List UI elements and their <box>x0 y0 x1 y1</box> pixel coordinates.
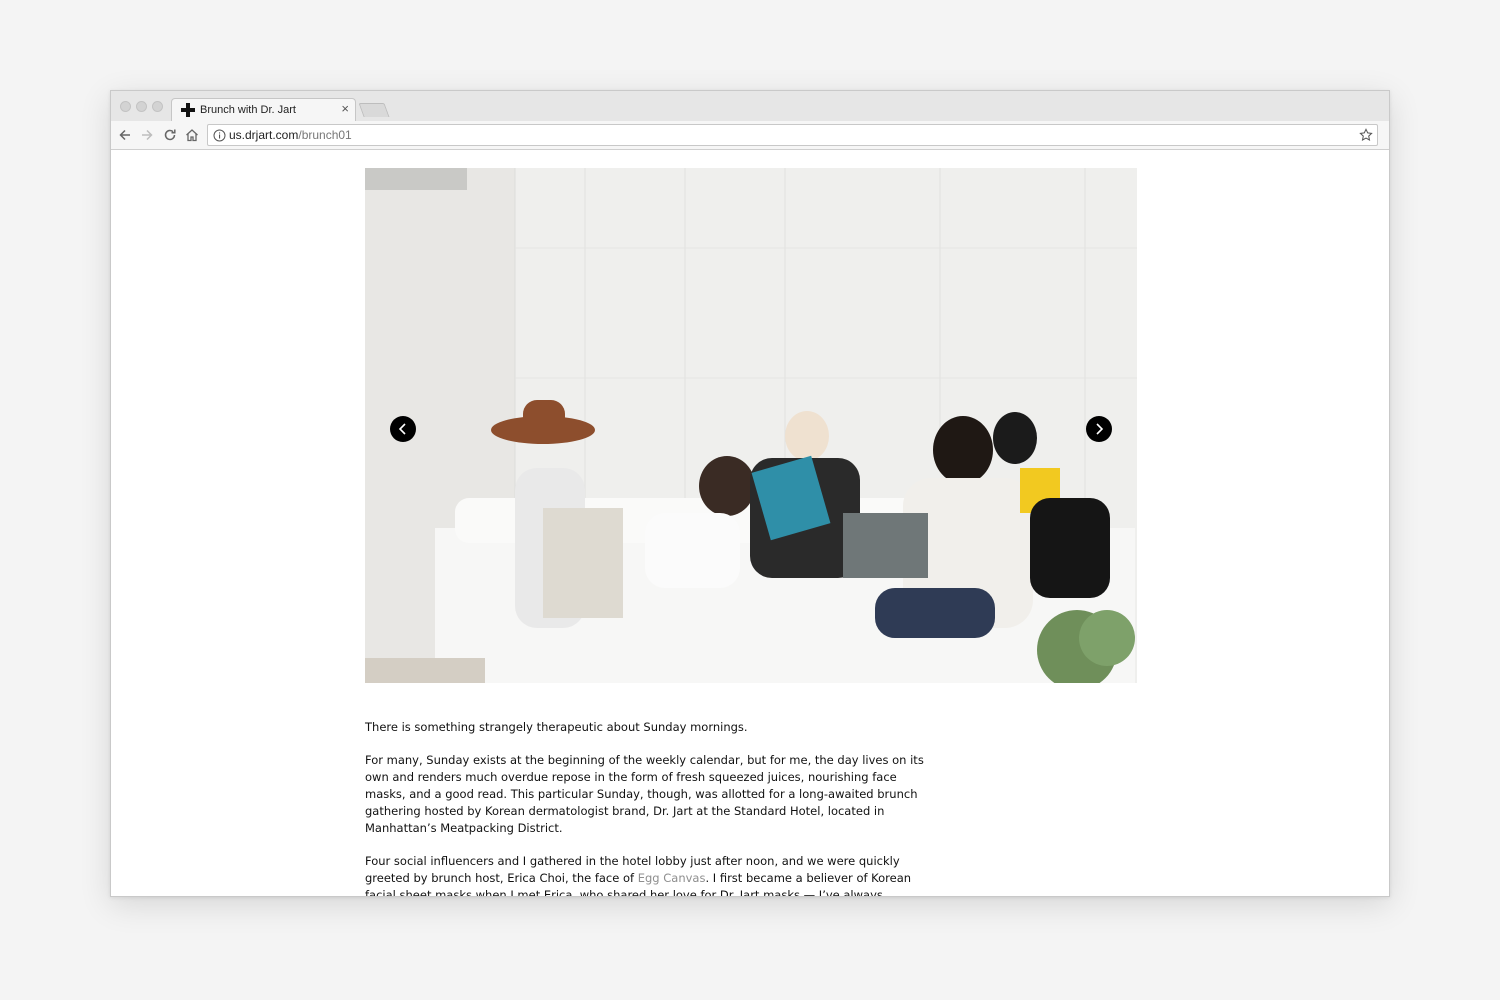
browser-toolbar: us.drjart.com/brunch01 <box>111 121 1389 150</box>
close-window-button[interactable] <box>120 101 131 112</box>
chevron-right-icon <box>1096 423 1104 435</box>
minimize-window-button[interactable] <box>136 101 147 112</box>
address-bar[interactable]: us.drjart.com/brunch01 <box>207 124 1378 146</box>
new-tab-button[interactable] <box>358 103 390 117</box>
arrow-right-icon[interactable] <box>139 127 155 143</box>
tab-strip: Brunch with Dr. Jart × <box>111 91 1389 122</box>
url-path: /brunch01 <box>298 128 352 142</box>
article-paragraph: There is something strangely therapeutic… <box>365 720 748 734</box>
arrow-left-icon[interactable] <box>117 127 133 143</box>
article-body: There is something strangely therapeutic… <box>365 719 925 896</box>
info-icon[interactable] <box>213 129 226 142</box>
carousel-prev-button[interactable] <box>390 416 416 442</box>
close-icon[interactable]: × <box>341 102 349 116</box>
hero-carousel <box>365 168 1137 683</box>
carousel-next-button[interactable] <box>1086 416 1112 442</box>
egg-canvas-link[interactable]: Egg Canvas <box>638 871 706 885</box>
article-paragraph: For many, Sunday exists at the beginning… <box>365 753 924 835</box>
url-text[interactable]: us.drjart.com/brunch01 <box>229 128 352 142</box>
hero-photo <box>365 168 1137 683</box>
zoom-window-button[interactable] <box>152 101 163 112</box>
page-viewport: There is something strangely therapeutic… <box>111 151 1389 896</box>
tab-title: Brunch with Dr. Jart <box>200 104 296 116</box>
tab-active[interactable]: Brunch with Dr. Jart × <box>171 98 356 122</box>
plus-cross-icon <box>181 103 195 117</box>
home-icon[interactable] <box>184 127 200 143</box>
url-domain: us.drjart.com <box>229 128 299 142</box>
browser-window: Brunch with Dr. Jart × us.drjart.com/bru… <box>110 90 1390 897</box>
chevron-left-icon <box>398 423 406 435</box>
article-paragraph: Four social influencers and I gathered i… <box>365 853 925 896</box>
reload-icon[interactable] <box>162 127 178 143</box>
star-icon[interactable] <box>1359 128 1373 142</box>
